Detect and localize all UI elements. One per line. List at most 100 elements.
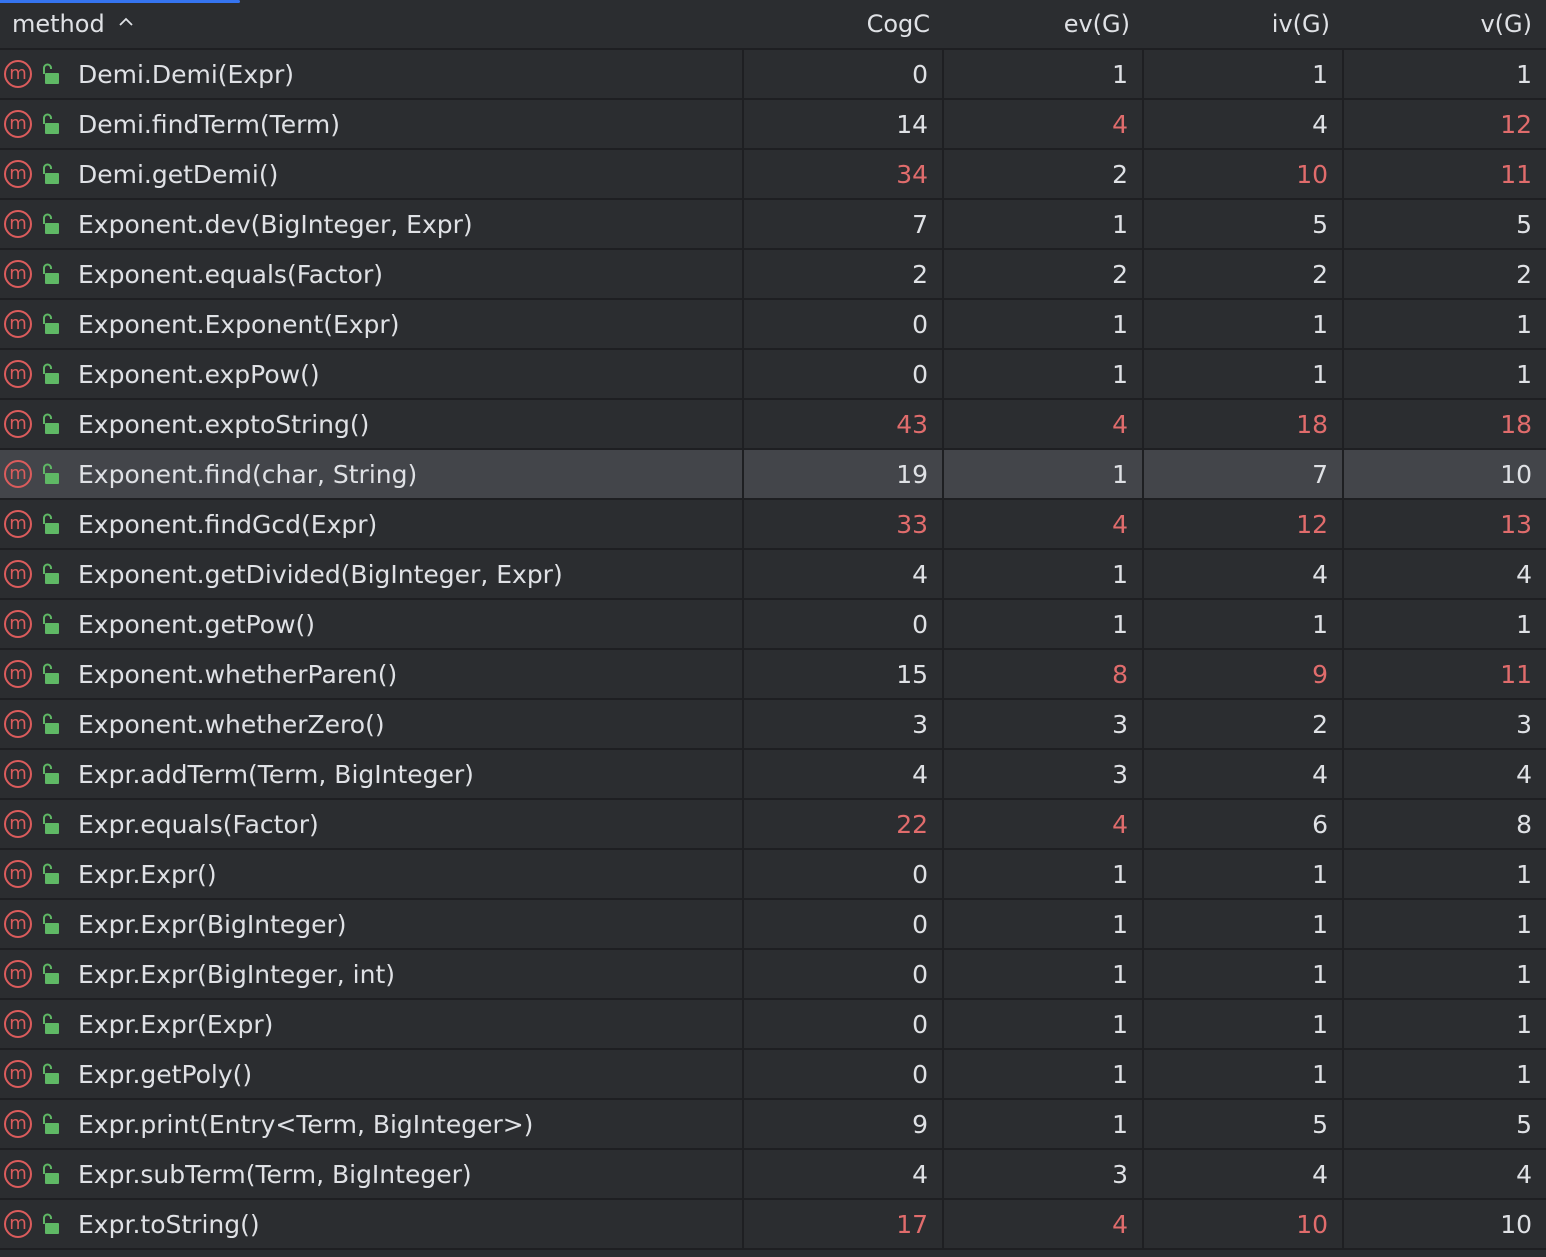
chevron-up-icon (119, 17, 133, 26)
cell-ivg: 1 (1144, 600, 1344, 648)
method-icon: m (4, 460, 32, 488)
cell-ivg: 10 (1144, 1200, 1344, 1248)
table-row[interactable]: m Exponent.dev(BigInteger, Expr) 7 1 5 5 (0, 200, 1546, 250)
unlocked-padlock-icon (43, 663, 59, 684)
cell-cogc: 14 (744, 100, 944, 148)
table-row[interactable]: m Expr.toString() 17 4 10 10 (0, 1200, 1546, 1250)
unlocked-padlock-icon (43, 713, 59, 734)
unlocked-padlock-icon (43, 513, 59, 534)
cell-evg: 1 (944, 450, 1144, 498)
cell-ivg: 9 (1144, 650, 1344, 698)
unlocked-padlock-icon (43, 863, 59, 884)
cell-evg: 8 (944, 650, 1144, 698)
table-row[interactable]: m Expr.equals(Factor) 22 4 6 8 (0, 800, 1546, 850)
method-name: Expr.Expr(BigInteger) (78, 909, 347, 939)
method-icon: m (4, 410, 32, 438)
unlocked-padlock-icon (43, 1063, 59, 1084)
table-row[interactable]: m Expr.Expr() 0 1 1 1 (0, 850, 1546, 900)
cell-ivg: 12 (1144, 500, 1344, 548)
table-row[interactable]: m Expr.subTerm(Term, BigInteger) 4 3 4 4 (0, 1150, 1546, 1200)
table-row[interactable]: m Exponent.whetherZero() 3 3 2 3 (0, 700, 1546, 750)
unlocked-padlock-icon (43, 1213, 59, 1234)
cell-cogc: 19 (744, 450, 944, 498)
cell-ivg: 1 (1144, 300, 1344, 348)
cell-cogc: 4 (744, 550, 944, 598)
cell-vg: 18 (1500, 409, 1532, 439)
cell-method: m Exponent.exptoString() (0, 400, 744, 448)
table-row[interactable]: m Exponent.whetherParen() 15 8 9 11 (0, 650, 1546, 700)
cell-vg: 3 (1516, 709, 1532, 739)
cell-ivg: 4 (1144, 750, 1344, 798)
table-row[interactable]: m Exponent.getPow() 0 1 1 1 (0, 600, 1546, 650)
method-name: Demi.findTerm(Term) (78, 109, 341, 139)
cell-vg: 2 (1516, 259, 1532, 289)
cell-vg: 12 (1500, 109, 1532, 139)
cell-cogc: 4 (744, 750, 944, 798)
cell-vg: 1 (1516, 59, 1532, 89)
cell-cogc: 0 (744, 1000, 944, 1048)
table-row[interactable]: m Demi.Demi(Expr) 0 1 1 1 (0, 50, 1546, 100)
cell-ivg: 1 (1144, 1000, 1344, 1048)
table-row[interactable]: m Exponent.expPow() 0 1 1 1 (0, 350, 1546, 400)
cell-vg: 11 (1500, 159, 1532, 189)
unlocked-padlock-icon (43, 563, 59, 584)
unlocked-padlock-icon (43, 113, 59, 134)
cell-method: m Expr.equals(Factor) (0, 800, 744, 848)
cell-evg: 4 (944, 500, 1144, 548)
cell-cogc: 0 (744, 350, 944, 398)
cell-evg: 1 (944, 200, 1144, 248)
cell-evg: 1 (944, 550, 1144, 598)
table-row[interactable]: m Exponent.findGcd(Expr) 33 4 12 13 (0, 500, 1546, 550)
unlocked-padlock-icon (43, 1013, 59, 1034)
table-row[interactable]: m Exponent.Exponent(Expr) 0 1 1 1 (0, 300, 1546, 350)
table-row[interactable]: m Expr.Expr(BigInteger, int) 0 1 1 1 (0, 950, 1546, 1000)
table-row[interactable]: m Demi.findTerm(Term) 14 4 4 12 (0, 100, 1546, 150)
table-row[interactable]: m Exponent.equals(Factor) 2 2 2 2 (0, 250, 1546, 300)
column-header-ivg[interactable]: iv(G) (1144, 10, 1344, 38)
table-row[interactable]: m Expr.print(Entry<Term, BigInteger>) 9 1 5 5 (0, 1100, 1546, 1150)
column-header-method[interactable]: method (0, 10, 744, 38)
column-header-vg[interactable]: v(G) (1344, 10, 1546, 38)
cell-cogc: 33 (744, 500, 944, 548)
cell-method: m Expr.subTerm(Term, BigInteger) (0, 1150, 744, 1198)
table-body: m Demi.Demi(Expr) 0 1 1 1 m Demi.findTerm(Term)… (0, 50, 1546, 1250)
method-icon: m (4, 360, 32, 388)
cell-cogc: 2 (744, 250, 944, 298)
cell-ivg: 1 (1144, 350, 1344, 398)
table-row[interactable]: m Expr.getPoly() 0 1 1 1 (0, 1050, 1546, 1100)
cell-vg: 1 (1516, 609, 1532, 639)
cell-method: m Demi.getDemi() (0, 150, 744, 198)
table-row[interactable]: m Expr.Expr(BigInteger) 0 1 1 1 (0, 900, 1546, 950)
unlocked-padlock-icon (43, 613, 59, 634)
cell-cogc: 9 (744, 1100, 944, 1148)
cell-vg: 4 (1516, 759, 1532, 789)
cell-method: m Exponent.findGcd(Expr) (0, 500, 744, 548)
table-row[interactable]: m Exponent.exptoString() 43 4 18 18 (0, 400, 1546, 450)
table-row[interactable]: m Exponent.getDivided(BigInteger, Expr) 4 1… (0, 550, 1546, 600)
method-icon: m (4, 960, 32, 988)
unlocked-padlock-icon (43, 463, 59, 484)
method-name: Expr.Expr(Expr) (78, 1009, 274, 1039)
cell-ivg: 2 (1144, 700, 1344, 748)
cell-vg: 4 (1516, 559, 1532, 589)
unlocked-padlock-icon (43, 1163, 59, 1184)
table-row[interactable]: m Demi.getDemi() 34 2 10 11 (0, 150, 1546, 200)
method-name: Exponent.getDivided(BigInteger, Expr) (78, 559, 563, 589)
method-name: Demi.Demi(Expr) (78, 59, 295, 89)
unlocked-padlock-icon (43, 313, 59, 334)
method-name: Exponent.Exponent(Expr) (78, 309, 400, 339)
column-header-cogc[interactable]: CogC (744, 10, 944, 38)
cell-vg: 1 (1516, 909, 1532, 939)
cell-method: m Exponent.getPow() (0, 600, 744, 648)
column-header-evg[interactable]: ev(G) (944, 10, 1144, 38)
unlocked-padlock-icon (43, 913, 59, 934)
cell-evg: 3 (944, 1150, 1144, 1198)
table-row[interactable]: m Expr.addTerm(Term, BigInteger) 4 3 4 4 (0, 750, 1546, 800)
table-row[interactable]: m Expr.Expr(Expr) 0 1 1 1 (0, 1000, 1546, 1050)
unlocked-padlock-icon (43, 213, 59, 234)
cell-ivg: 1 (1144, 900, 1344, 948)
cell-vg: 10 (1500, 1209, 1532, 1239)
cell-vg: 13 (1500, 509, 1532, 539)
table-row[interactable]: m Exponent.find(char, String) 19 1 7 10 (0, 450, 1546, 500)
method-icon: m (4, 310, 32, 338)
